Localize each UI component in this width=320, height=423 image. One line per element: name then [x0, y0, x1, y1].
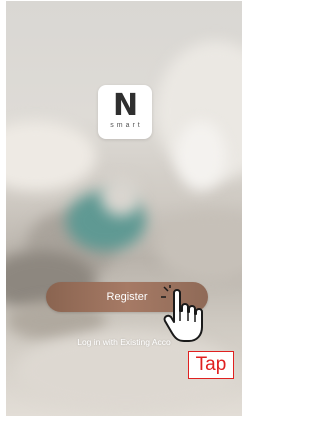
background-photo-blur: [6, 121, 96, 191]
logo-subtitle: smart: [110, 122, 143, 129]
app-logo: N smart: [98, 85, 152, 139]
tap-annotation-label: Tap: [188, 351, 234, 379]
register-button-label: Register: [106, 291, 148, 303]
background-photo-blur: [156, 211, 242, 281]
hand-pointer-icon: [161, 285, 203, 342]
background-photo-blur: [176, 121, 226, 191]
logo-letter: N: [112, 88, 138, 123]
background-photo-blur: [101, 176, 141, 216]
